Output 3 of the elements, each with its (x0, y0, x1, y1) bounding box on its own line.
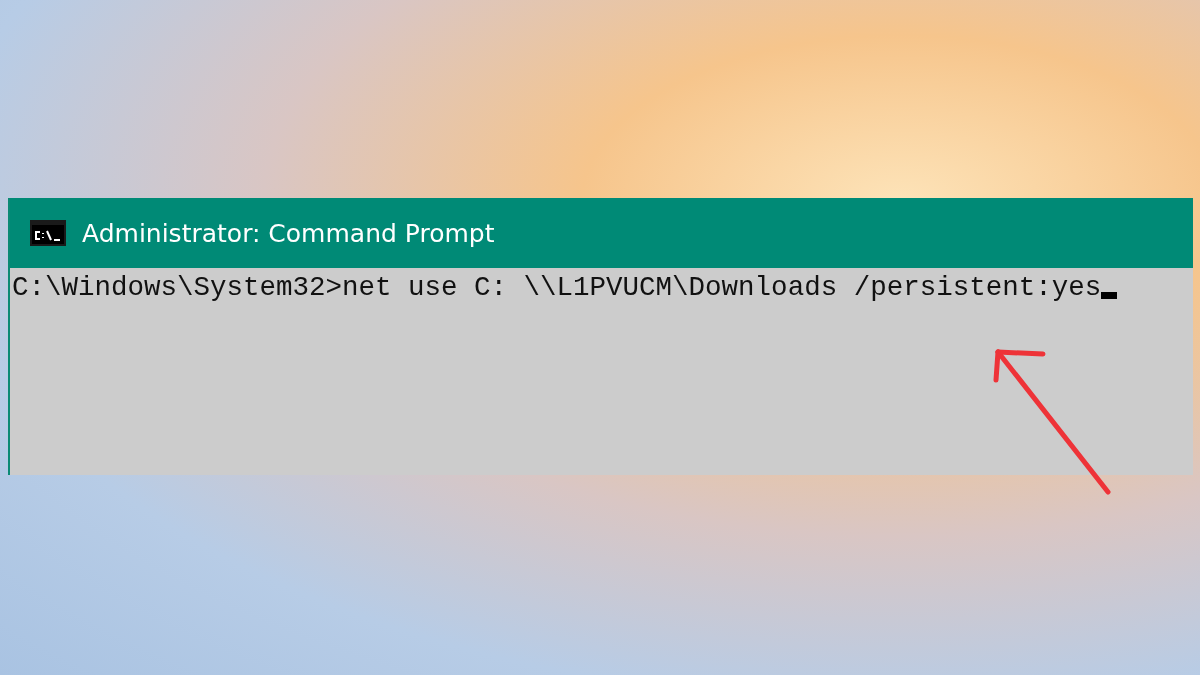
console-icon (30, 220, 66, 246)
window-title: Administrator: Command Prompt (82, 218, 495, 248)
command-line: C:\Windows\System32>net use C: \\L1PVUCM\Downloads /persistent:yes (12, 272, 1102, 303)
